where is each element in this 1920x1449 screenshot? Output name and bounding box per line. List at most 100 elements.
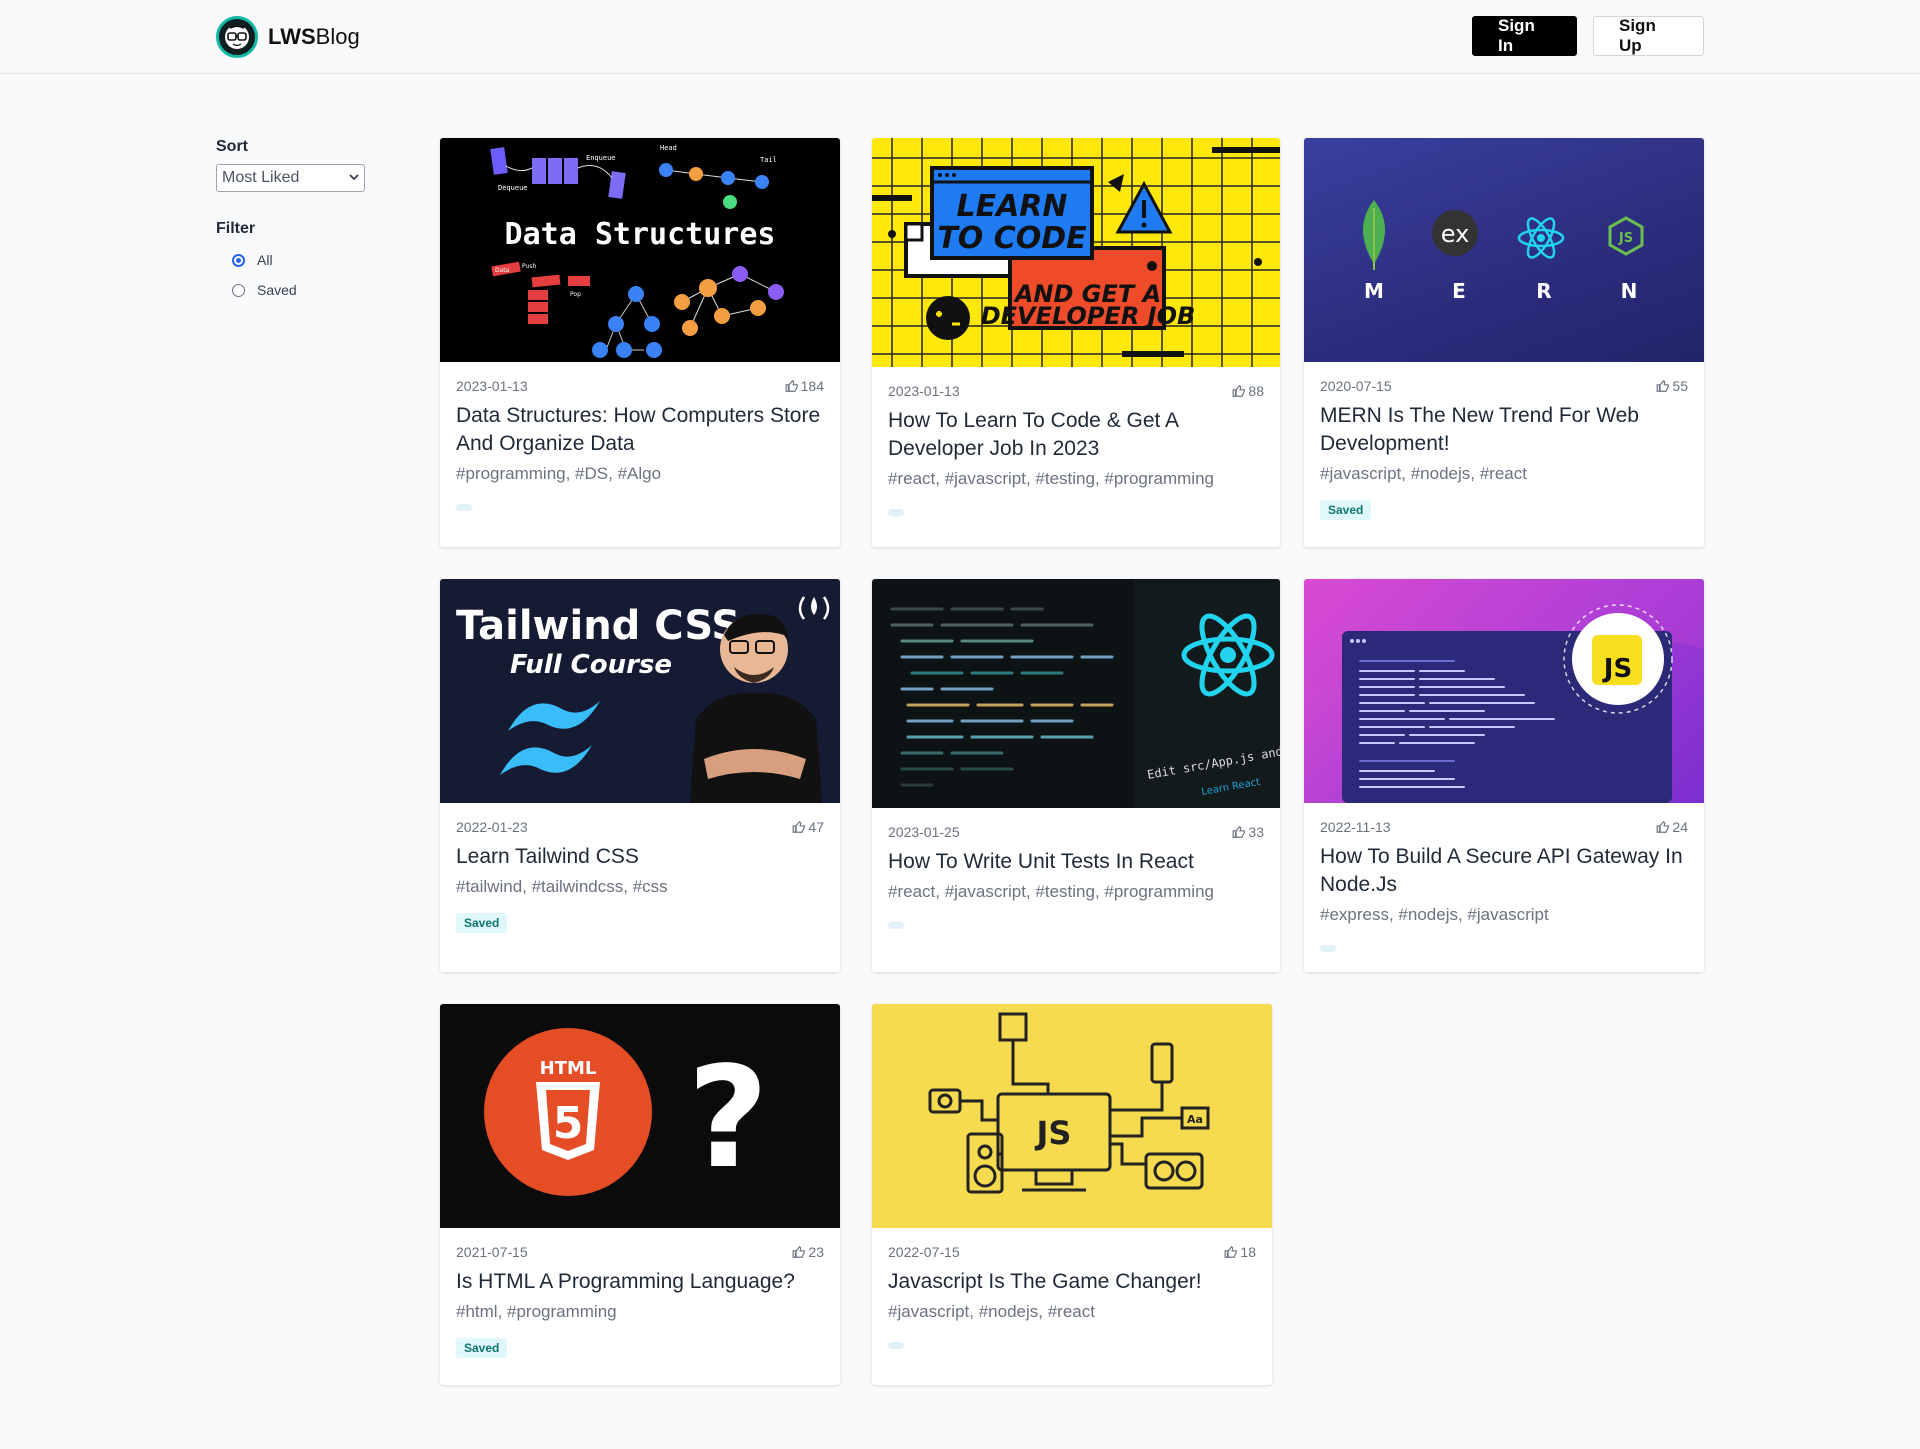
post-tags: #html, #programming [456, 1302, 617, 1321]
post-card-body: 2023-01-13 184 Data Structures: How Comp… [440, 378, 840, 511]
html-logo-five: 5 [553, 1098, 584, 1149]
tail-label: Tail [760, 156, 777, 164]
push-label: Push [522, 263, 536, 270]
post-likes: 47 [792, 819, 824, 835]
tailwind-title: Tailwind CSS [456, 603, 740, 649]
html-question-illustration: HTML 5 ? [484, 1028, 769, 1200]
post-likes: 18 [1224, 1244, 1256, 1260]
filter-all-label: All [257, 252, 273, 268]
sort-select[interactable]: Most Liked [216, 164, 365, 192]
post-thumbnail[interactable]: JS [1304, 579, 1704, 803]
data-structures-illustration: Enqueue Dequeue Head Tail Data Structure… [490, 144, 784, 358]
thumbs-up-icon [1657, 379, 1670, 392]
thumbs-up-icon [793, 820, 806, 833]
brand-name: LWSBlog [268, 24, 360, 50]
filter-heading: Filter [216, 220, 256, 237]
post-card-body: 2021-07-15 23 Is HTML A Programming Lang… [440, 1244, 840, 1358]
post-likes-count: 33 [1248, 824, 1264, 840]
post-card[interactable]: Edit src/App.js and save to reload. Lear… [872, 579, 1280, 972]
post-likes-count: 184 [800, 378, 824, 394]
post-likes: 55 [1656, 378, 1688, 394]
post-card-body: 2023-01-13 88 How To Learn To Code & Get… [872, 383, 1280, 516]
filter-option-all[interactable]: All [232, 252, 376, 268]
post-thumbnail[interactable]: JS Aa [872, 1004, 1272, 1228]
post-title[interactable]: How To Build A Secure API Gateway In Nod… [1320, 843, 1688, 899]
post-thumbnail[interactable]: ex JS M E R N [1304, 138, 1704, 362]
post-tags: #programming, #DS, #Algo [456, 464, 662, 483]
filter-option-saved[interactable]: Saved [232, 282, 376, 298]
post-title[interactable]: Data Structures: How Computers Store And… [456, 402, 824, 458]
post-likes-count: 55 [1672, 378, 1688, 394]
post-title[interactable]: Is HTML A Programming Language? [456, 1268, 824, 1296]
post-meta: 2022-01-23 47 [456, 819, 824, 835]
post-status-pill [1320, 945, 1336, 952]
tailwind-illustration: Tailwind CSS Full Course [456, 596, 830, 803]
dequeue-label: Dequeue [498, 184, 528, 192]
post-thumbnail[interactable]: Tailwind CSS Full Course [440, 579, 840, 803]
post-tags: #express, #nodejs, #javascript [1320, 905, 1549, 924]
post-thumbnail[interactable]: LEARN TO CODE AND GET A DEVELOPER JOB [872, 138, 1280, 367]
js-screen-text: JS [1035, 1114, 1072, 1152]
filter-saved-radio[interactable] [232, 283, 245, 297]
thumbs-up-icon [1233, 825, 1246, 838]
sort-select-value: Most Liked [222, 169, 300, 186]
post-likes-count: 24 [1672, 819, 1688, 835]
post-meta: 2021-07-15 23 [456, 1244, 824, 1260]
sign-up-button[interactable]: Sign Up [1593, 16, 1704, 56]
post-likes-count: 88 [1248, 383, 1264, 399]
post-tags: #javascript, #nodejs, #react [888, 1302, 1095, 1321]
post-meta: 2020-07-15 55 [1320, 378, 1688, 394]
express-icon-text: ex [1441, 220, 1470, 248]
api-gateway-illustration: JS [1304, 579, 1704, 803]
post-title[interactable]: MERN Is The New Trend For Web Developmen… [1320, 402, 1688, 458]
post-thumbnail[interactable]: Edit src/App.js and save to reload. Lear… [872, 579, 1280, 808]
post-status-pill [888, 1342, 904, 1349]
filter-all-radio[interactable] [232, 253, 245, 267]
post-title[interactable]: Learn Tailwind CSS [456, 843, 824, 871]
js-devices-illustration: JS Aa [928, 1012, 1210, 1194]
developer-job-text: DEVELOPER JOB [981, 302, 1196, 330]
post-title[interactable]: Javascript Is The Game Changer! [888, 1268, 1256, 1296]
post-card-body: 2023-01-25 33 How To Write Unit Tests In… [872, 824, 1280, 929]
post-card[interactable]: ex JS M E R N 2020-07-15 55 MERN Is The … [1304, 138, 1704, 547]
post-title[interactable]: How To Learn To Code & Get A Developer J… [888, 407, 1264, 463]
top-navbar: LWSBlog Sign In Sign Up [0, 0, 1920, 74]
post-card-body: 2022-07-15 18 Javascript Is The Game Cha… [872, 1244, 1272, 1349]
post-meta: 2022-11-13 24 [1320, 819, 1688, 835]
post-card[interactable]: Tailwind CSS Full Course 2022-01-23 47 L… [440, 579, 840, 972]
post-likes-count: 47 [808, 819, 824, 835]
post-card[interactable]: JS Aa 2022-07-15 18 Javascript Is The Ga… [872, 1004, 1272, 1385]
mern-letter-r: R [1536, 279, 1551, 303]
to-code-text: TO CODE [937, 221, 1087, 256]
post-meta: 2023-01-13 184 [456, 378, 824, 394]
saved-badge: Saved [456, 913, 508, 933]
post-status-pill [456, 504, 472, 511]
brand-name-rest: Blog [315, 24, 360, 49]
post-date: 2023-01-13 [888, 383, 960, 399]
post-title[interactable]: How To Write Unit Tests In React [888, 848, 1264, 876]
data-label: Data [495, 267, 510, 274]
question-mark-text: ? [687, 1037, 768, 1200]
brand-logo[interactable]: LWSBlog [216, 16, 360, 58]
post-thumbnail[interactable]: HTML 5 ? [440, 1004, 840, 1228]
post-card[interactable]: JS 2022-11-13 24 How To Build A Secure A… [1304, 579, 1704, 972]
post-card[interactable]: Enqueue Dequeue Head Tail Data Structure… [440, 138, 840, 547]
learn-text: LEARN [956, 189, 1067, 224]
brand-logo-icon [216, 16, 258, 58]
post-date: 2020-07-15 [1320, 378, 1392, 394]
post-card[interactable]: LEARN TO CODE AND GET A DEVELOPER JOB 20… [872, 138, 1280, 547]
post-meta: 2023-01-25 33 [888, 824, 1264, 840]
post-thumbnail[interactable]: Enqueue Dequeue Head Tail Data Structure… [440, 138, 840, 362]
enqueue-label: Enqueue [586, 154, 616, 162]
node-icon-text: JS [1618, 231, 1633, 246]
post-date: 2022-01-23 [456, 819, 528, 835]
post-likes-count: 18 [1240, 1244, 1256, 1260]
post-card[interactable]: HTML 5 ? 2021-07-15 23 Is HTML A Program… [440, 1004, 840, 1385]
sidebar: Sort Most Liked Filter All Saved [216, 138, 376, 298]
post-status-pill [888, 509, 904, 516]
mern-letter-m: M [1364, 279, 1384, 303]
pop-label: Pop [570, 291, 581, 298]
saved-badge: Saved [456, 1338, 508, 1358]
sign-in-button[interactable]: Sign In [1472, 16, 1577, 56]
post-likes: 88 [1232, 383, 1264, 399]
